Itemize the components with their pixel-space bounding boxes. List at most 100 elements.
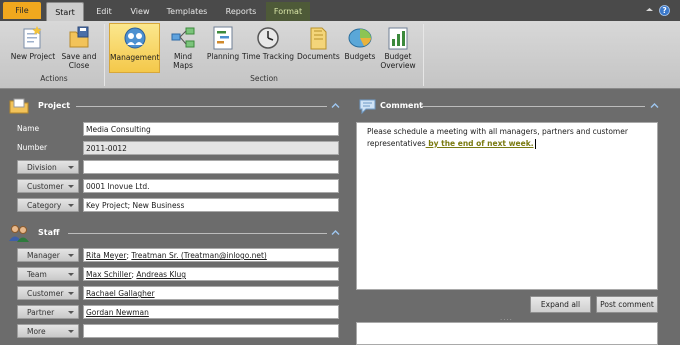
chevron-down-icon [68,166,74,169]
manager-field[interactable]: Rita Meyer; Treatman Sr. (Treatman@inlog… [83,248,339,262]
team-field[interactable]: Max Schiller; Andreas Klug [83,267,339,281]
manager-link-2[interactable]: Treatman Sr. (Treatman@inlogo.net) [131,251,267,260]
help-icon[interactable]: ? [659,5,670,16]
tab-view[interactable]: View [124,2,156,21]
mind-maps-icon [171,27,195,48]
splitter-grip[interactable]: .... [500,314,513,322]
section-divider [68,233,327,234]
collapse-project-icon[interactable] [331,101,340,110]
planning-button[interactable]: Planning [206,23,240,73]
mind-maps-button[interactable]: Mind Maps [163,23,203,73]
ribbon-tab-bar: File Start Edit View Templates Reports F… [0,0,680,21]
chevron-down-icon [68,330,74,333]
project-customer-row: Customer 0001 Inovue Ltd. [15,179,345,193]
staff-customer-dropdown[interactable]: Customer [17,286,79,300]
manager-dropdown[interactable]: Manager [17,248,79,262]
division-dropdown[interactable]: Division [17,160,79,174]
new-project-button[interactable]: New Project [10,23,56,73]
project-category-row: Category Key Project; New Business [15,198,345,212]
staff-team-row: Team Max Schiller; Andreas Klug [15,267,345,281]
more-dropdown[interactable]: More [17,324,79,338]
budget-overview-icon [388,27,408,50]
documents-button[interactable]: Documents [297,23,340,73]
team-dropdown[interactable]: Team [17,267,79,281]
time-tracking-button[interactable]: Time Tracking [242,23,294,73]
tab-reports[interactable]: Reports [218,2,264,21]
partner-dropdown-label: Partner [27,308,55,317]
collapse-staff-icon[interactable] [331,228,340,237]
tab-file[interactable]: File [3,2,41,19]
actions-group-label: Actions [40,74,68,83]
management-button[interactable]: Management [109,23,160,73]
planning-label: Planning [206,52,240,61]
staff-manager-row: Manager Rita Meyer; Treatman Sr. (Treatm… [15,248,345,262]
new-project-label: New Project [10,52,56,61]
ribbon-group-separator [104,24,105,86]
category-field[interactable]: Key Project; New Business [83,198,339,212]
speech-bubble-icon [359,99,376,115]
staff-section-header: Staff [0,223,345,242]
staff-more-row: More [15,324,345,338]
comment-list [356,322,658,345]
chevron-down-icon [68,311,74,314]
budgets-label: Budgets [344,52,376,61]
budget-overview-label-1: Budget [384,52,412,61]
partner-field[interactable]: Gordan Newman [83,305,339,319]
collapse-ribbon-icon[interactable] [644,5,655,16]
project-section-title: Project [38,101,71,110]
chevron-down-icon [68,204,74,207]
documents-label: Documents [297,52,340,61]
project-number-row: Number 2011-0012 [15,141,345,155]
manager-dropdown-label: Manager [27,251,60,260]
documents-icon [310,27,327,50]
expand-all-button[interactable]: Expand all [530,296,591,313]
new-project-icon [23,26,42,49]
customer-field[interactable]: 0001 Inovue Ltd. [83,179,339,193]
partner-dropdown[interactable]: Partner [17,305,79,319]
staff-section-title: Staff [38,228,60,237]
save-close-label-1: Save and [61,52,97,61]
folder-icon [9,98,29,114]
team-link-1[interactable]: Max Schiller [86,270,131,279]
chevron-down-icon [68,185,74,188]
customer-dropdown-label: Customer [27,182,64,191]
project-section-header: Project [0,97,345,115]
more-field[interactable] [83,324,339,338]
name-field[interactable]: Media Consulting [83,122,339,136]
number-label: Number [17,143,48,152]
tab-templates[interactable]: Templates [162,2,212,21]
team-link-2[interactable]: Andreas Klug [136,270,186,279]
manager-link-1[interactable]: Rita Meyer [86,251,126,260]
tab-format[interactable]: Format [266,2,310,21]
people-icon [9,225,29,242]
project-division-row: Division [15,160,345,174]
chevron-down-icon [68,292,74,295]
management-label: Management [110,53,160,62]
budgets-button[interactable]: Budgets [342,23,378,73]
comment-editor[interactable]: Please schedule a meeting with all manag… [356,122,658,290]
tab-edit[interactable]: Edit [88,2,120,21]
section-divider [76,106,327,107]
budget-overview-button[interactable]: Budget Overview [380,23,416,73]
budget-overview-label-2: Overview [380,61,416,70]
project-name-row: Name Media Consulting [15,122,345,136]
staff-customer-field[interactable]: Rachael Gallagher [83,286,339,300]
category-dropdown[interactable]: Category [17,198,79,212]
staff-customer-dropdown-label: Customer [27,289,64,298]
number-field: 2011-0012 [83,141,339,155]
planning-icon [213,26,233,50]
tab-start[interactable]: Start [46,2,84,21]
division-field[interactable] [83,160,339,174]
time-tracking-label: Time Tracking [242,52,294,61]
category-dropdown-label: Category [27,201,62,210]
partner-link[interactable]: Gordan Newman [86,308,149,317]
staff-customer-link[interactable]: Rachael Gallagher [86,289,155,298]
customer-dropdown[interactable]: Customer [17,179,79,193]
save-and-close-button[interactable]: Save and Close [60,23,98,73]
post-comment-button[interactable]: Post comment [596,296,658,313]
budgets-icon [348,28,372,48]
management-icon [124,27,145,49]
name-label: Name [17,124,40,133]
collapse-comment-icon[interactable] [650,101,659,110]
staff-partner-row: Partner Gordan Newman [15,305,345,319]
